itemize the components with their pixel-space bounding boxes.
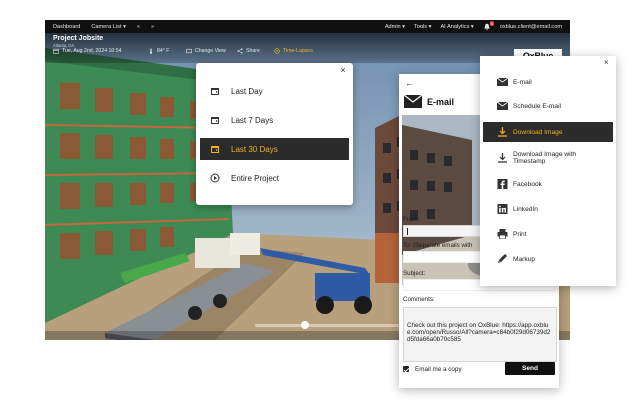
share-label: Share [246, 48, 260, 54]
notification-count-badge: 8 [489, 20, 494, 26]
email-panel-title: E-mail [427, 96, 455, 107]
timelapses-button[interactable]: Time-Lapses [274, 48, 313, 54]
envelope-icon [497, 77, 508, 87]
nav-camera-list-menu[interactable]: Camera List ▾ [91, 24, 126, 30]
timeline-scrubber-handle[interactable] [301, 321, 309, 329]
nav-tools-menu[interactable]: Tools ▾ [414, 24, 431, 30]
project-title: Project Jobsite [53, 35, 104, 42]
date-picker[interactable]: Tue, Aug 2nd, 2024 10:54 [53, 48, 122, 54]
change-view-icon [186, 48, 192, 54]
nav-admin-menu[interactable]: Admin ▾ [385, 24, 405, 30]
envelope-icon [497, 101, 508, 111]
nav-previous-camera-button[interactable]: « [137, 24, 140, 30]
share-option-label: Download Image with [513, 151, 577, 158]
share-option-schedule-email[interactable]: Schedule E-mail [483, 99, 613, 113]
facebook-icon [497, 179, 508, 189]
email-copy-label: Email me a copy [415, 366, 462, 373]
close-icon[interactable]: × [338, 65, 348, 75]
calendar-icon [210, 86, 220, 96]
share-option-download-image[interactable]: Download Image [483, 122, 613, 142]
subject-label: Subject: [403, 270, 426, 277]
weather-readout: 84° F [148, 48, 169, 54]
timelapse-option-entire-project[interactable]: Entire Project [200, 167, 349, 189]
send-button[interactable]: Send [505, 362, 555, 375]
share-option-linkedin[interactable]: LinkedIn [483, 202, 613, 216]
timelapse-option-last-day[interactable]: Last Day [200, 80, 349, 102]
share-option-label: Print [513, 230, 527, 238]
timelapse-option-label: Entire Project [231, 173, 280, 183]
download-icon [497, 127, 508, 137]
calendar-icon [210, 144, 220, 154]
share-option-label: LinkedIn [513, 205, 538, 213]
nav-next-camera-button[interactable]: » [151, 24, 154, 30]
text-caret [407, 228, 408, 235]
share-option-label: Download Image [513, 128, 563, 136]
pencil-icon [497, 254, 508, 264]
notification-bell-icon[interactable]: 8 [483, 20, 494, 31]
email-panel-header: E-mail [404, 95, 454, 108]
timelapse-option-label: Last 30 Days [231, 144, 278, 154]
calendar-icon [53, 48, 59, 54]
share-option-label: Markup [513, 255, 535, 263]
share-options-panel: × E-mail Schedule E-mail Download Image … [480, 56, 616, 286]
from-label: From: [403, 216, 420, 223]
comments-textarea[interactable]: Check out this project on OxBlue: https:… [403, 307, 557, 362]
download-icon [497, 153, 508, 163]
top-navbar: Dashboard Camera List ▾ « » Admin ▾ Tool… [45, 20, 570, 33]
comments-label: Comments: [403, 296, 435, 303]
share-option-download-image-timestamp[interactable]: Download Image with Timestamp [483, 148, 613, 168]
timelapse-option-label: Last 7 Days [231, 115, 274, 125]
linkedin-icon [497, 204, 508, 214]
email-copy-checkbox[interactable] [403, 366, 409, 372]
share-option-print[interactable]: Print [483, 227, 613, 241]
share-option-label: E-mail [513, 78, 532, 86]
share-option-facebook[interactable]: Facebook [483, 177, 613, 191]
share-option-label: Schedule E-mail [513, 102, 562, 110]
close-icon[interactable]: × [604, 58, 609, 67]
play-icon [210, 173, 220, 183]
user-account-email[interactable]: oxblue.client@email.com [500, 24, 562, 30]
temperature-value: 84° F [157, 48, 170, 54]
to-label: To: (Separate emails with [403, 242, 473, 249]
share-option-markup[interactable]: Markup [483, 252, 613, 266]
nav-ai-analytics-menu[interactable]: AI Analytics ▾ [440, 24, 473, 30]
back-arrow-icon[interactable]: ← [405, 78, 414, 88]
timelapse-option-label: Last Day [231, 86, 263, 96]
envelope-icon [404, 95, 422, 108]
timelapse-option-last-7-days[interactable]: Last 7 Days [200, 109, 349, 131]
timelapse-dropdown: × Last Day Last 7 Days Last 30 Days Enti… [196, 63, 353, 205]
share-option-label-line2: Timestamp [513, 158, 546, 165]
play-icon [274, 48, 280, 54]
share-option-label: Facebook [513, 180, 542, 188]
change-view-label: Change View [195, 48, 226, 54]
image-datetime: Tue, Aug 2nd, 2024 10:54 [62, 48, 122, 54]
print-icon [497, 229, 508, 239]
timeline-track[interactable] [255, 324, 415, 327]
timelapse-option-last-30-days[interactable]: Last 30 Days [200, 138, 349, 160]
share-icon [237, 48, 243, 54]
thermometer-icon [149, 48, 153, 54]
calendar-icon [210, 115, 220, 125]
share-option-email[interactable]: E-mail [483, 75, 613, 89]
change-view-button[interactable]: Change View [186, 48, 226, 54]
timelapses-label: Time-Lapses [283, 48, 313, 54]
share-button[interactable]: Share [237, 48, 260, 54]
nav-dashboard-link[interactable]: Dashboard [53, 24, 80, 30]
